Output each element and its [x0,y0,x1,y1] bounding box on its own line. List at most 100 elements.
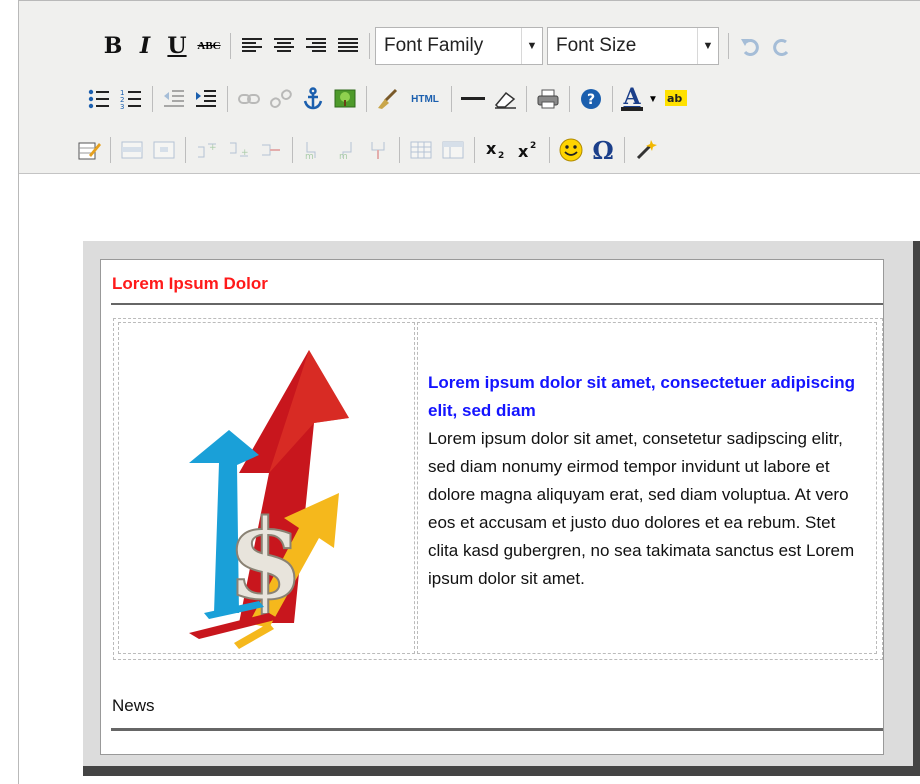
split-cells-button[interactable] [405,134,437,166]
magic-wand-icon [636,140,657,160]
editor-content[interactable]: Lorem Ipsum Dolor $ Lorem ipsum dolor si… [19,174,920,784]
align-justify-button[interactable] [332,30,364,62]
insert-col-after-icon: m [339,142,352,160]
underline-icon: U [167,33,187,59]
growth-arrows-image: $ [189,350,349,649]
bullet-list-button[interactable] [83,83,115,115]
delete-col-button[interactable] [362,134,394,166]
remove-format-button[interactable] [489,83,521,115]
toolbar-separator [185,137,186,163]
insert-row-after-button[interactable]: + [223,134,255,166]
title-divider [111,303,883,305]
indent-button[interactable] [190,83,222,115]
emoticon-button[interactable] [555,134,587,166]
svg-text:2: 2 [498,151,504,161]
omega-icon: Ω [592,135,614,165]
bullet-list-icon [88,89,109,109]
delete-col-icon [371,142,385,159]
svg-text:+: + [241,148,249,158]
align-justify-icon [338,38,358,52]
italic-icon: I [139,33,151,59]
html-icon: HTML [411,93,439,105]
subscript-button[interactable]: x2 [480,134,512,166]
italic-button[interactable]: I [129,30,161,62]
delete-row-icon [262,144,280,156]
toolbar-separator [612,86,613,112]
font-size-select[interactable]: Font Size ▼ [547,27,719,65]
chevron-down-icon: ▼ [521,28,542,64]
editor-frame: B I U ABC Font Family ▼ Font Size ▼ 1 2 … [18,0,920,784]
horizontal-rule-icon [461,97,485,100]
table-row-props-button[interactable] [116,134,148,166]
page-title: Lorem Ipsum Dolor [112,274,268,293]
insert-row-before-icon: + [198,143,217,158]
bold-button[interactable]: B [97,30,129,62]
highlight-color-button[interactable]: ab [660,83,692,115]
magic-wand-button[interactable] [630,134,662,166]
horizontal-rule-button[interactable] [457,83,489,115]
numbered-list-button[interactable]: 123 [115,83,147,115]
outdent-icon [164,90,184,107]
numbered-list-icon: 123 [120,89,141,110]
anchor-button[interactable] [297,83,329,115]
align-center-icon [274,38,294,52]
align-center-button[interactable] [268,30,300,62]
align-right-button[interactable] [300,30,332,62]
content-inner-box: Lorem Ipsum Dolor $ Lorem ipsum dolor si… [100,259,884,755]
toolbar-separator [549,137,550,163]
cleanup-button[interactable] [372,83,404,115]
html-source-button[interactable]: HTML [404,83,446,115]
merge-cells-button[interactable] [437,134,469,166]
toolbar-separator [728,33,729,59]
layout-table: $ Lorem ipsum dolor sit amet, consectetu… [113,318,883,660]
strikethrough-button[interactable]: ABC [193,30,225,62]
font-family-value: Font Family [384,35,484,56]
svg-text:x: x [518,142,529,161]
unlink-button[interactable] [265,83,297,115]
toolbar-separator [624,137,625,163]
link-button[interactable] [233,83,265,115]
toolbar-row-1: B I U ABC Font Family ▼ Font Size ▼ [19,26,920,66]
toolbar-separator [369,33,370,59]
news-label: News [112,696,155,715]
print-button[interactable] [532,83,564,115]
help-button[interactable]: ? [575,83,607,115]
toolbar-separator [227,86,228,112]
undo-button[interactable] [734,30,766,62]
toolbar-row-2: 123 HTML ? A ▼ ab [19,79,920,119]
insert-col-before-button[interactable]: m [298,134,330,166]
news-divider [111,728,883,731]
text-color-button[interactable]: A [618,83,646,115]
bold-icon: B [103,33,123,59]
table-row-icon [121,141,143,159]
merge-cells-icon [442,141,464,159]
insert-row-before-button[interactable]: + [191,134,223,166]
table-cell-props-button[interactable] [148,134,180,166]
chevron-down-icon[interactable]: ▼ [648,94,658,105]
svg-text:m: m [339,152,348,160]
font-family-select[interactable]: Font Family ▼ [375,27,543,65]
printer-icon [537,89,559,109]
redo-button[interactable] [766,30,798,62]
broom-icon [378,88,398,109]
highlight-icon: ab [664,90,687,106]
underline-button[interactable]: U [161,30,193,62]
delete-row-button[interactable] [255,134,287,166]
indent-icon [196,90,216,107]
edit-table-button[interactable] [73,134,105,166]
insert-image-button[interactable] [329,83,361,115]
special-char-button[interactable]: Ω [587,134,619,166]
align-left-button[interactable] [236,30,268,62]
outdent-button[interactable] [158,83,190,115]
text-cell[interactable]: Lorem ipsum dolor sit amet, consectetuer… [417,322,877,654]
strikethrough-icon: ABC [197,40,221,52]
toolbar-separator [474,137,475,163]
chevron-down-icon: ▼ [697,28,718,64]
superscript-button[interactable]: x2 [512,134,544,166]
insert-col-after-button[interactable]: m [330,134,362,166]
toolbar-separator [292,137,293,163]
insert-row-after-icon: + [230,142,249,158]
image-cell[interactable]: $ [118,322,415,654]
svg-text:3: 3 [120,103,124,110]
align-right-icon [306,38,326,52]
